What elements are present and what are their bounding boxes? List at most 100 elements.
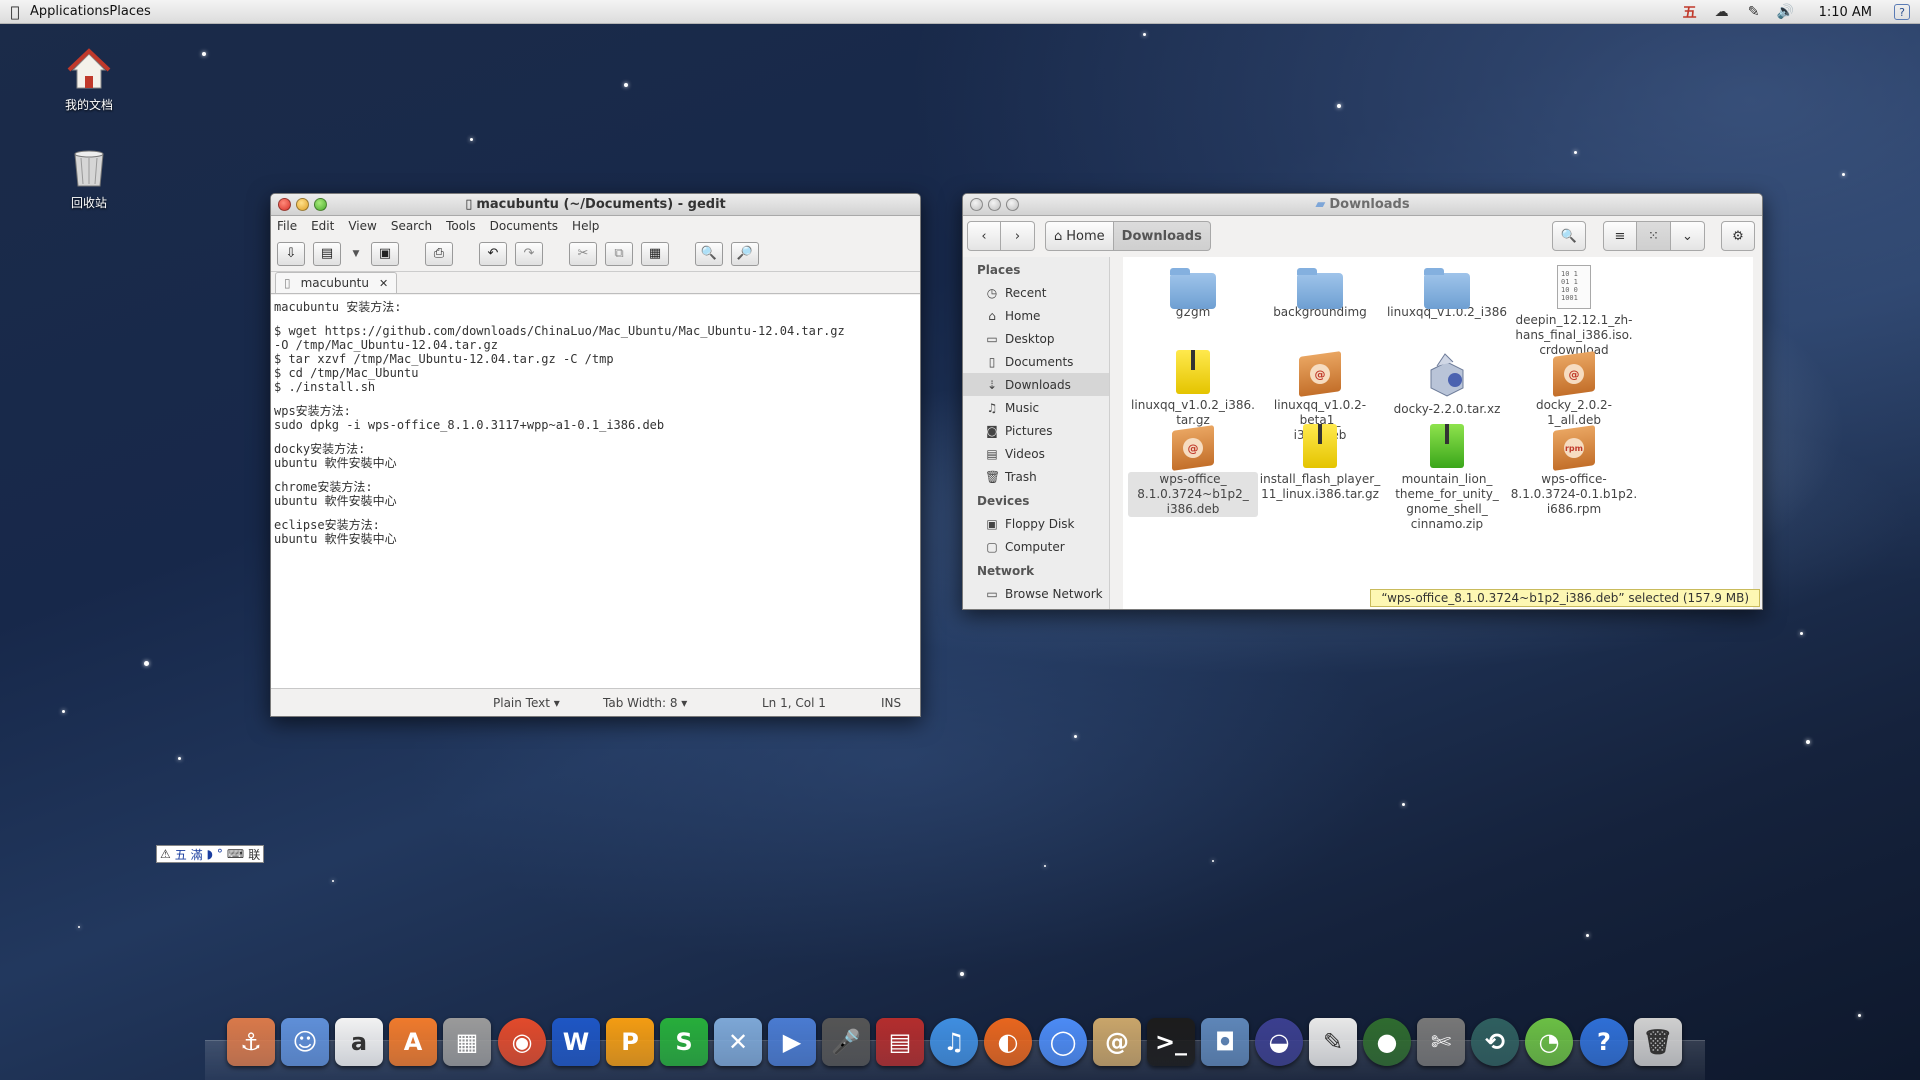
menu-documents[interactable]: Documents [490, 219, 558, 233]
undo-button[interactable]: ↶ [479, 241, 507, 266]
sidebar-item-desktop[interactable]: ▭ Desktop [963, 327, 1109, 350]
maximize-button[interactable] [314, 198, 327, 211]
files-titlebar[interactable]: ▰ Downloads [963, 194, 1762, 216]
clock[interactable]: 1:10 AM [1819, 5, 1872, 20]
ime-punctuation-icon[interactable]: ◗ [207, 847, 213, 861]
sidebar-item-videos[interactable]: ▤ Videos [963, 442, 1109, 465]
copy-button[interactable]: ⧉ [605, 241, 633, 266]
desktop-icon-documents[interactable]: 我的文档 [44, 48, 134, 113]
path-home-button[interactable]: ⌂ Home [1045, 221, 1114, 251]
file-item[interactable]: install_flash_player_ 11_linux.i386.tar.g… [1255, 424, 1385, 502]
tab-width-selector[interactable]: Tab Width: 8 ▾ [603, 696, 687, 710]
save-button[interactable]: ▣ [371, 241, 399, 266]
wps-presentation-icon[interactable]: P [606, 1018, 654, 1066]
file-item[interactable]: docky-2.2.0.tar.xz [1382, 350, 1512, 417]
list-view-button[interactable]: ≡ [1603, 221, 1637, 251]
menu-help[interactable]: Help [572, 219, 599, 233]
sidebar-item-downloads[interactable]: ⇣ Downloads [963, 373, 1109, 396]
text-editor-icon[interactable]: ✎ [1309, 1018, 1357, 1066]
burner-icon[interactable]: ◉ [498, 1018, 546, 1066]
ime-lianxiang-label[interactable]: 联 [248, 846, 260, 863]
itunes-icon[interactable]: ♫ [930, 1018, 978, 1066]
file-item[interactable]: rpm wps-office- 8.1.0.3724-0.1.b1p2. i686.r… [1509, 424, 1639, 517]
brush-icon[interactable]: ✎ [1745, 3, 1763, 21]
menu-file[interactable]: File [277, 219, 297, 233]
sidebar-item-browse-network[interactable]: ▭ Browse Network [963, 582, 1109, 605]
sidebar-item-computer[interactable]: ▢ Computer [963, 535, 1109, 558]
ime-width-icon[interactable]: ° [217, 847, 223, 861]
eclipse-icon[interactable]: ◒ [1255, 1018, 1303, 1066]
sidebar-item-floppy[interactable]: ▣ Floppy Disk [963, 512, 1109, 535]
preview-icon[interactable]: ✄ [1417, 1018, 1465, 1066]
file-item[interactable]: linuxqq_v1.0.2_i386. tar.gz [1128, 350, 1258, 428]
finder-icon[interactable]: ☺ [281, 1018, 329, 1066]
sidebar-item-home[interactable]: ⌂ Home [963, 304, 1109, 327]
close-button[interactable] [278, 198, 291, 211]
maximize-button[interactable] [1006, 198, 1019, 211]
sidebar-item-recent[interactable]: ◷ Recent [963, 281, 1109, 304]
trash-icon[interactable]: 🗑 [1634, 1018, 1682, 1066]
software-center-icon[interactable]: A [389, 1018, 437, 1066]
language-selector[interactable]: Plain Text ▾ [493, 696, 560, 710]
menu-tools[interactable]: Tools [446, 219, 476, 233]
replace-button[interactable]: 🔎 [731, 241, 759, 266]
applications-folder-icon[interactable]: ✕ [714, 1018, 762, 1066]
open-button[interactable]: ▤ [313, 241, 341, 266]
menu-view[interactable]: View [348, 219, 376, 233]
wps-spreadsheet-icon[interactable]: S [660, 1018, 708, 1066]
input-method-bar[interactable]: ⚠ 五 滿 ◗ ° ⌨ 联 [156, 845, 265, 863]
sidebar-item-music[interactable]: ♫ Music [963, 396, 1109, 419]
path-downloads-button[interactable]: Downloads [1113, 221, 1211, 251]
sidebar-item-pictures[interactable]: ◙ Pictures [963, 419, 1109, 442]
minimize-button[interactable] [296, 198, 309, 211]
network-globe-icon[interactable]: ● [1363, 1018, 1411, 1066]
find-button[interactable]: 🔍 [695, 241, 723, 266]
menu-applications[interactable]: Applications [30, 4, 109, 19]
volume-icon[interactable]: 🔊 [1777, 3, 1795, 21]
keyboard-icon[interactable]: ⌨ [227, 847, 244, 861]
print-button[interactable]: ⎙ [425, 241, 453, 266]
quicktime-icon[interactable]: ▶ [768, 1018, 816, 1066]
back-button[interactable]: ‹ [967, 221, 1001, 251]
cut-button[interactable]: ✂ [569, 241, 597, 266]
gear-icon[interactable]: ⚙ [1721, 221, 1755, 251]
view-options-button[interactable]: ⌄ [1671, 221, 1705, 251]
close-tab-icon[interactable]: ✕ [379, 277, 388, 290]
terminal-icon[interactable]: >_ [1147, 1018, 1195, 1066]
redo-button[interactable]: ↷ [515, 241, 543, 266]
grid-view-button[interactable]: ⁙ [1637, 221, 1671, 251]
file-item[interactable]: linuxqq_v1.0.2_i386 [1382, 265, 1512, 320]
file-item[interactable]: backgroundimg [1255, 265, 1385, 320]
chrome-icon[interactable]: ◯ [1039, 1018, 1087, 1066]
chevron-down-icon[interactable]: ▼ [349, 249, 363, 259]
sidebar-item-documents[interactable]: ▯ Documents [963, 350, 1109, 373]
anchor-icon[interactable]: ⚓ [227, 1018, 275, 1066]
microphone-icon[interactable]: 🎤 [822, 1018, 870, 1066]
file-item[interactable]: 10 1 01 1 10 0 1001 deepin_12.12.1_zh-han… [1509, 265, 1639, 358]
paste-button[interactable]: ▦ [641, 241, 669, 266]
sidebar-item-trash[interactable]: 🗑 Trash [963, 465, 1109, 488]
file-item[interactable]: mountain_lion_ theme_for_unity_ gnome_shel… [1382, 424, 1512, 532]
screenshot-icon[interactable]: ◘ [1201, 1018, 1249, 1066]
forward-button[interactable]: › [1001, 221, 1035, 251]
wps-writer-icon[interactable]: W [552, 1018, 600, 1066]
weather-cloud-icon[interactable]: ☁ [1713, 3, 1731, 21]
tab-macubuntu[interactable]: ▯ macubuntu ✕ [275, 272, 398, 293]
new-document-button[interactable]: ⇩ [277, 241, 305, 266]
close-button[interactable] [970, 198, 983, 211]
time-machine-icon[interactable]: ⟲ [1471, 1018, 1519, 1066]
help-icon[interactable]: ? [1894, 4, 1910, 20]
apple-logo-icon[interactable]:  [6, 3, 24, 21]
text-editor[interactable]: macubuntu 安装方法: $ wget https://github.com… [271, 295, 920, 688]
minimize-button[interactable] [988, 198, 1001, 211]
calculator-icon[interactable]: ▦ [443, 1018, 491, 1066]
desktop-icon-trash[interactable]: 回收站 [44, 146, 134, 211]
menu-places[interactable]: Places [109, 4, 150, 19]
file-item[interactable]: @ docky_2.0.2-1_all.deb [1509, 350, 1639, 428]
search-button[interactable]: 🔍 [1552, 221, 1586, 251]
menu-search[interactable]: Search [391, 219, 432, 233]
wu-ime-icon[interactable]: 五 [1681, 3, 1699, 21]
amazon-icon[interactable]: a [335, 1018, 383, 1066]
firefox-icon[interactable]: ◐ [984, 1018, 1032, 1066]
clock-icon[interactable]: ◔ [1525, 1018, 1573, 1066]
